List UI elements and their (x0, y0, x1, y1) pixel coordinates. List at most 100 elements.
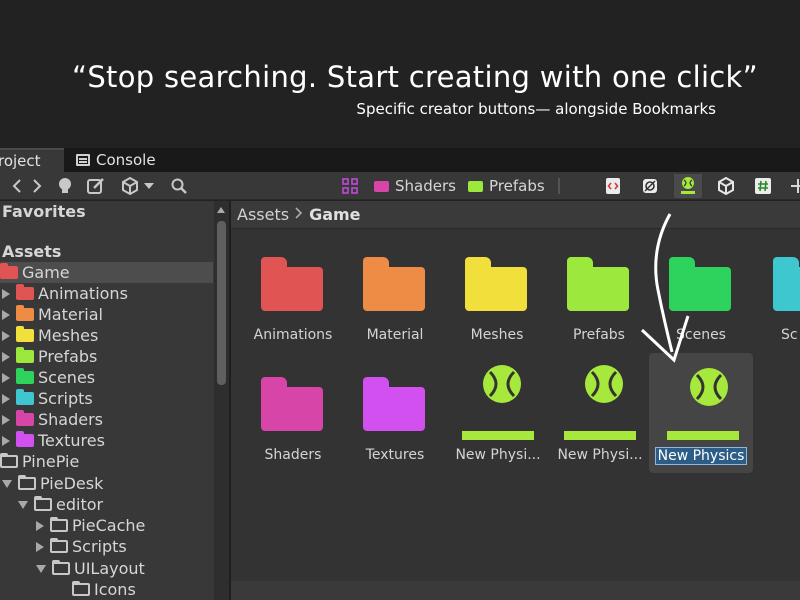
sidebar-item-scenes[interactable]: Scenes (0, 367, 213, 388)
assets-header[interactable]: Assets (0, 241, 213, 262)
physics-material-asset[interactable]: New Physi... (448, 353, 548, 471)
asset-label: Shaders (264, 447, 322, 463)
sidebar-item-scripts[interactable]: Scripts (0, 388, 213, 409)
toolbar-separator (558, 178, 560, 194)
sidebar-item-piedesk[interactable]: PieDesk (0, 473, 213, 494)
sidebar-item-scripts-editor[interactable]: Scripts (0, 536, 213, 557)
asset-label: New Physi... (557, 447, 643, 463)
tab-console[interactable]: Console (74, 148, 156, 172)
folder-icon (18, 475, 36, 490)
sidebar-item-material[interactable]: Material (0, 304, 213, 325)
expand-arrow-icon[interactable] (2, 393, 10, 404)
sidebar-item-label: Game (22, 263, 70, 282)
asset-label: Animations (253, 327, 333, 343)
folder-icon (468, 180, 483, 192)
breadcrumb-current[interactable]: Game (309, 205, 360, 224)
collapse-arrow-icon[interactable] (2, 479, 12, 488)
breadcrumb: Assets Game (231, 201, 800, 229)
sidebar-item-label: Textures (38, 431, 105, 450)
expand-arrow-icon[interactable] (2, 351, 10, 362)
csharp-script-icon[interactable] (749, 174, 777, 198)
asset-label: Material (366, 327, 424, 343)
expand-arrow-icon[interactable] (2, 309, 10, 320)
sidebar-item-label: Shaders (38, 410, 104, 429)
callout-arrow-icon (640, 213, 690, 363)
sidebar-item-icons[interactable]: Icons (0, 579, 213, 600)
folder-shaders[interactable]: Shaders (247, 377, 339, 467)
scroll-up-arrow-icon[interactable] (217, 207, 225, 213)
sidebar-item-label: Scripts (38, 389, 93, 408)
sidebar-item-prefabs[interactable]: Prefabs (0, 346, 213, 367)
sidebar-item-label: editor (56, 495, 104, 514)
folder-icon (34, 496, 52, 511)
window-tab-bar: roject Console (0, 148, 800, 172)
folder-icon (16, 305, 34, 321)
lightbulb-icon[interactable] (54, 172, 76, 200)
hero-banner: “Stop searching. Start creating with one… (0, 0, 800, 148)
favorites-header[interactable]: Favorites (0, 201, 213, 222)
folder-icon (16, 326, 34, 342)
chevron-left-icon[interactable] (8, 172, 26, 200)
sidebar-item-label: PieDesk (40, 474, 104, 493)
tab-project[interactable]: roject (0, 148, 64, 172)
sidebar-item-pinepie[interactable]: PinePie (0, 451, 213, 472)
expand-arrow-icon[interactable] (2, 372, 10, 383)
chevron-right-icon[interactable] (28, 172, 46, 200)
sidebar-item-shaders[interactable]: Shaders (0, 409, 213, 430)
folder-icon (50, 538, 68, 553)
folder-icon (363, 257, 425, 311)
sidebar-item-textures[interactable]: Textures (0, 430, 213, 451)
folder-icon (16, 368, 34, 384)
physics-material-icon[interactable] (636, 174, 664, 198)
sidebar-item-piecache[interactable]: PieCache (0, 515, 213, 536)
folder-meshes[interactable]: Meshes (451, 257, 543, 347)
expand-arrow-icon[interactable] (36, 520, 44, 531)
physics-thumb-bar (564, 431, 636, 440)
chevron-right-icon (295, 206, 303, 223)
edit-icon[interactable] (84, 172, 108, 200)
expand-arrow-icon[interactable] (2, 435, 10, 446)
folder-icon (50, 517, 68, 532)
code-file-icon[interactable] (599, 174, 627, 198)
expand-arrow-icon[interactable] (2, 330, 10, 341)
physic-material-active-icon[interactable] (674, 174, 702, 198)
rename-field[interactable]: New Physics (655, 447, 747, 465)
sidebar-item-label: UILayout (74, 559, 145, 578)
sidebar-item-uilayout[interactable]: UILayout (0, 558, 213, 579)
sidebar-item-meshes[interactable]: Meshes (0, 325, 213, 346)
folder-animations[interactable]: Animations (247, 257, 339, 347)
bookmark-prefabs[interactable]: Prefabs (468, 172, 545, 200)
unity-cube-icon[interactable] (712, 174, 740, 198)
collapse-arrow-icon[interactable] (36, 564, 46, 573)
folder-prefabs[interactable]: Prefabs (553, 257, 645, 347)
physics-material-asset[interactable]: New Physi... (550, 353, 650, 471)
add-icon[interactable] (784, 174, 800, 198)
project-sidebar: Favorites Assets Game Animations Materia… (0, 201, 230, 600)
sidebar-scrollbar[interactable] (214, 201, 229, 600)
sidebar-item-animations[interactable]: Animations (0, 283, 213, 304)
folder-scripts[interactable]: Sc (758, 257, 800, 347)
search-icon[interactable] (168, 172, 190, 200)
folder-icon (72, 581, 90, 596)
favorites-label: Favorites (2, 202, 86, 221)
status-bar (231, 581, 800, 600)
breadcrumb-root[interactable]: Assets (237, 205, 289, 224)
bookmark-shaders[interactable]: Shaders (374, 172, 456, 200)
folder-icon (52, 560, 70, 575)
folder-material[interactable]: Material (349, 257, 441, 347)
scroll-thumb[interactable] (217, 221, 226, 385)
unity-cube-icon[interactable] (118, 172, 142, 200)
expand-arrow-icon[interactable] (36, 541, 44, 552)
expand-arrow-icon[interactable] (2, 414, 10, 425)
expand-arrow-icon[interactable] (2, 288, 10, 299)
dropdown-icon[interactable] (142, 172, 156, 200)
sidebar-item-label: Prefabs (38, 347, 98, 366)
folder-textures[interactable]: Textures (349, 377, 441, 467)
physics-material-asset-new[interactable]: New Physics (649, 353, 753, 473)
folder-icon (261, 377, 323, 431)
physics-ball-icon (690, 368, 728, 406)
grid-icon[interactable] (340, 172, 360, 200)
collapse-arrow-icon[interactable] (18, 500, 28, 509)
sidebar-item-editor[interactable]: editor (0, 494, 213, 515)
sidebar-item-game[interactable]: Game (0, 262, 213, 283)
